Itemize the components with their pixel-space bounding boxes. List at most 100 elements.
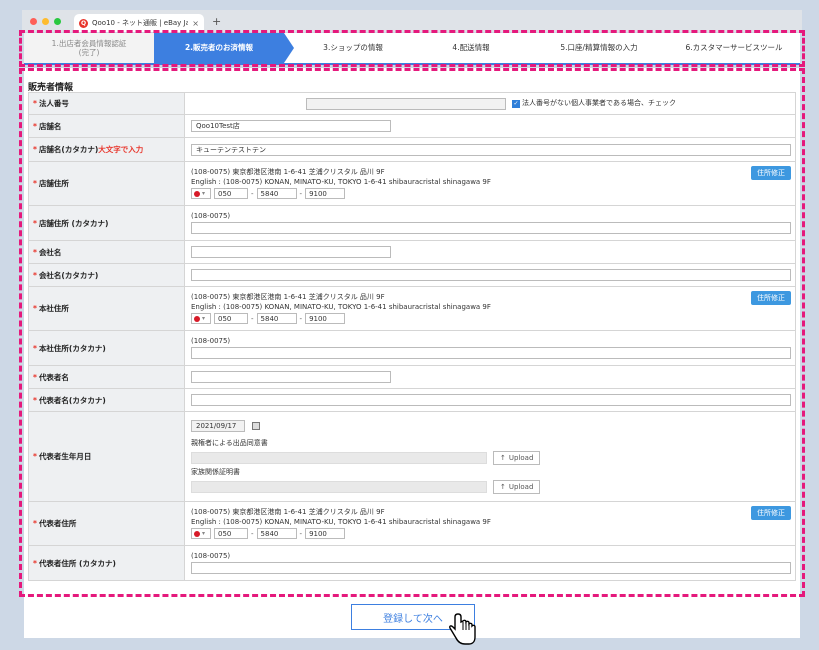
required-mark: *: [33, 145, 37, 154]
calendar-icon[interactable]: [252, 421, 260, 430]
label-shop-address-kana: * 店舗住所 (カタカナ): [29, 206, 185, 240]
postal-code: (108-0075): [191, 552, 231, 560]
seller-info-panel: 販売者情報 * 法人番号 ✓ 法人番号がない個人事業者である場合、チェック * 店舗…: [24, 68, 800, 598]
consent-file-field[interactable]: [191, 451, 487, 464]
country-select[interactable]: ▾: [191, 313, 211, 324]
japan-flag-icon: [194, 315, 200, 322]
step-progress-bar: [24, 63, 800, 65]
consent-upload-button[interactable]: ↑ Upload: [493, 450, 541, 465]
label-text: 本社住所: [38, 304, 69, 313]
upload-label: Upload: [508, 482, 534, 491]
row-rep-address-kana: * 代表者住所 (カタカナ) (108-0075): [29, 546, 795, 580]
uppercase-note: 大文字で入力: [98, 145, 144, 154]
value-shop-name: Qoo10Test店: [185, 115, 795, 137]
phone-separator: -: [299, 189, 303, 198]
rep-name-kana-input[interactable]: [191, 394, 791, 406]
value-shop-address: (108-0075) 東京都港区港南 1-6-41 芝浦クリスタル 品川 9F …: [185, 162, 795, 205]
close-window-dot[interactable]: [30, 18, 37, 25]
label-text: 会社名(カタカナ): [38, 270, 99, 280]
required-mark: *: [33, 304, 37, 313]
phone-part-1[interactable]: 050: [214, 313, 248, 324]
rep-name-input[interactable]: [191, 371, 391, 383]
value-hq-address-kana: (108-0075): [185, 331, 795, 365]
address-jp: (108-0075) 東京都港区港南 1-6-41 芝浦クリスタル 品川 9F: [191, 168, 385, 176]
step-1-label: 1.出店者会員情報認証: [51, 38, 127, 48]
hand-cursor-icon: [449, 613, 476, 645]
label-company-name-kana: * 会社名(カタカナ): [29, 264, 185, 286]
phone-part-2[interactable]: 5840: [256, 528, 297, 539]
label-text: 法人番号: [38, 99, 69, 108]
step-5: 5.口座/精算情報の入力: [530, 33, 668, 63]
label-text: 店舗住所 (カタカナ): [38, 218, 109, 228]
consent-upload-row: ↑ Upload: [191, 450, 791, 465]
address-en: English : (108-0075) KONAN, MINATO-KU, T…: [191, 518, 491, 526]
hq-address-kana-input[interactable]: [191, 347, 791, 359]
seller-form: * 法人番号 ✓ 法人番号がない個人事業者である場合、チェック * 店舗名 Qoo1…: [28, 92, 796, 581]
label-text: 代表者名: [38, 372, 69, 382]
label-rep-name: * 代表者名: [29, 366, 185, 388]
value-rep-birthday: 2021/09/17 親権者による出品同意書 ↑ Upload 家族関係証明書 ↑…: [185, 412, 795, 501]
row-hq-address-kana: * 本社住所(カタカナ) (108-0075): [29, 331, 795, 366]
company-name-kana-input[interactable]: [191, 269, 791, 281]
browser-tab[interactable]: Q Qoo10 - ネット通販 | eBay Japa ×: [74, 14, 204, 32]
row-shop-address: * 店舗住所 (108-0075) 東京都港区港南 1-6-41 芝浦クリスタル …: [29, 162, 795, 206]
rep-address-kana-input[interactable]: [191, 562, 791, 574]
edit-address-button[interactable]: 住所修正: [751, 166, 791, 180]
label-text: 代表者生年月日: [38, 452, 92, 461]
label-shop-name: * 店舗名: [29, 115, 185, 137]
country-select[interactable]: ▾: [191, 528, 211, 539]
edit-address-button[interactable]: 住所修正: [751, 506, 791, 520]
phone-part-3[interactable]: 9100: [305, 528, 346, 539]
label-company-name: * 会社名: [29, 241, 185, 263]
no-corp-number-checkbox[interactable]: ✓ 法人番号がない個人事業者である場合、チェック: [512, 99, 676, 108]
edit-address-button[interactable]: 住所修正: [751, 291, 791, 305]
phone-part-2[interactable]: 5840: [256, 313, 297, 324]
step-1: 1.出店者会員情報認証 (完了): [24, 33, 154, 63]
label-text: 本社住所(カタカナ): [38, 343, 106, 353]
maximize-window-dot[interactable]: [54, 18, 61, 25]
country-select[interactable]: ▾: [191, 188, 211, 199]
tab-title: Qoo10 - ネット通販 | eBay Japa: [92, 19, 189, 27]
checkbox-checked-icon[interactable]: ✓: [512, 99, 521, 108]
phone-part-3[interactable]: 9100: [305, 188, 346, 199]
value-corp-number: ✓ 法人番号がない個人事業者である場合、チェック: [185, 93, 795, 114]
chevron-down-icon: ▾: [202, 315, 206, 322]
step-6-label: 6.カスタマーサービスツール: [685, 43, 783, 53]
browser-titlebar: Q Qoo10 - ネット通販 | eBay Japa × +: [22, 10, 802, 32]
phone-separator: -: [251, 189, 254, 198]
value-company-name: [185, 241, 795, 263]
shop-address-kana-input[interactable]: [191, 222, 791, 234]
tab-close-icon[interactable]: ×: [192, 19, 199, 28]
chevron-down-icon: ▾: [202, 530, 206, 537]
label-text: 店舗住所: [38, 179, 69, 188]
consent-label: 親権者による出品同意書: [191, 438, 268, 447]
value-shop-address-kana: (108-0075): [185, 206, 795, 240]
row-rep-address: * 代表者住所 (108-0075) 東京都港区港南 1-6-41 芝浦クリスタル…: [29, 502, 795, 546]
japan-flag-icon: [194, 530, 200, 537]
value-hq-address: (108-0075) 東京都港区港南 1-6-41 芝浦クリスタル 品川 9F …: [185, 287, 795, 330]
label-text: 店舗名: [38, 121, 62, 131]
birthday-input[interactable]: 2021/09/17: [191, 419, 245, 432]
required-mark: *: [33, 99, 37, 108]
family-file-field[interactable]: [191, 480, 487, 493]
company-name-input[interactable]: [191, 246, 391, 258]
address-en: English : (108-0075) KONAN, MINATO-KU, T…: [191, 178, 491, 186]
corp-number-input[interactable]: [306, 97, 507, 110]
phone-part-3[interactable]: 9100: [305, 313, 346, 324]
phone-part-1[interactable]: 050: [214, 528, 248, 539]
row-company-name-kana: * 会社名(カタカナ): [29, 264, 795, 287]
minimize-window-dot[interactable]: [42, 18, 49, 25]
phone-part-2[interactable]: 5840: [256, 188, 297, 199]
shop-name-kana-input[interactable]: キューテンテストテン: [191, 143, 791, 156]
upload-label: Upload: [508, 453, 534, 462]
shop-name-input[interactable]: Qoo10Test店: [191, 120, 391, 132]
phone-part-1[interactable]: 050: [214, 188, 248, 199]
required-mark: *: [33, 218, 37, 228]
label-corp-number: * 法人番号: [29, 93, 185, 114]
family-upload-button[interactable]: ↑ Upload: [493, 479, 541, 494]
step-4-label: 4.配送情報: [452, 43, 490, 53]
upload-icon: ↑: [500, 482, 506, 491]
required-mark: *: [33, 343, 37, 353]
new-tab-icon[interactable]: +: [212, 15, 221, 28]
step-3-label: 3.ショップの情報: [323, 43, 383, 53]
